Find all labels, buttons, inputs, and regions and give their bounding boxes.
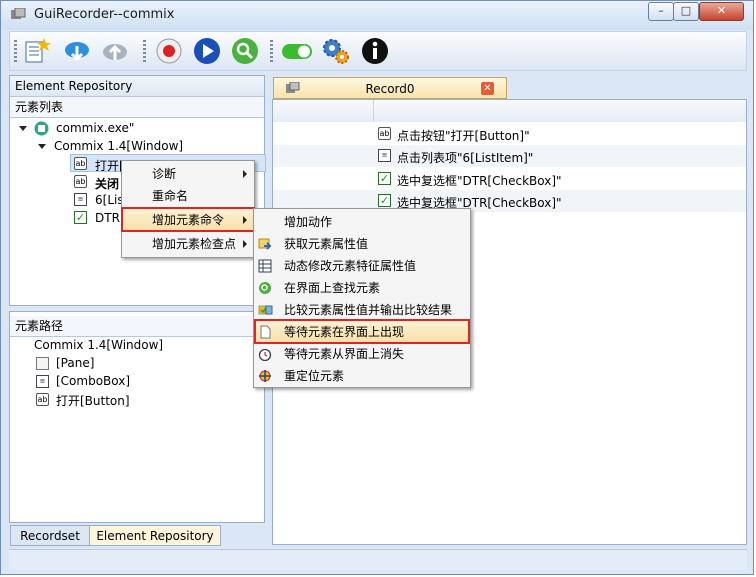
submenu-item-relocate[interactable]: 重定位元素: [254, 365, 470, 387]
play-icon[interactable]: [192, 36, 222, 66]
record-row-text: 选中复选框"DTR[CheckBox]": [397, 174, 562, 188]
toolbar: [9, 31, 747, 71]
record-icon[interactable]: [154, 36, 184, 66]
submenu-arrow-icon: [243, 170, 247, 178]
record-tab-title: Record0: [365, 82, 415, 96]
upload-icon[interactable]: [100, 36, 130, 66]
tree-item[interactable]: 6[Lis: [95, 193, 124, 207]
menu-item-rename[interactable]: 重命名: [122, 185, 254, 207]
button-icon: ab: [74, 157, 87, 170]
submenu: 增加动作 获取元素属性值 动态修改元素特征属性值 在界面上查找元素 比较元素属性…: [253, 208, 471, 388]
record-row[interactable]: ✓ 选中复选框"DTR[CheckBox]": [273, 167, 746, 190]
search-icon[interactable]: [230, 36, 260, 66]
path-item[interactable]: [Pane]: [56, 356, 94, 370]
menu-item-diagnose[interactable]: 诊断: [122, 163, 254, 185]
submenu-item-wait-disappear[interactable]: 等待元素从界面上消失: [254, 343, 470, 365]
menu-item-label: 动态修改元素特征属性值: [284, 259, 417, 273]
settings-icon[interactable]: [320, 36, 350, 66]
menu-item-label: 获取元素属性值: [284, 237, 369, 251]
tree-item[interactable]: 关闭: [95, 175, 119, 192]
menu-item-label: 诊断: [152, 167, 177, 181]
element-path-label: 元素路径: [10, 316, 264, 337]
record-row[interactable]: ≡ 点击列表项"6[ListItem]": [273, 145, 746, 167]
menu-item-label: 等待元素从界面上消失: [284, 347, 405, 361]
submenu-item-add-action[interactable]: 增加动作: [254, 211, 470, 233]
record-tab-icon: [286, 82, 300, 93]
relocate-icon: [259, 370, 271, 382]
menu-item-label: 比较元素属性值并输出比较结果: [284, 303, 453, 317]
menu-item-label: 重定位元素: [284, 369, 345, 383]
submenu-arrow-icon: [243, 240, 247, 248]
checkbox-icon: ✓: [378, 172, 391, 185]
record-row[interactable]: ab 点击按钮"打开[Button]": [273, 122, 746, 146]
menu-item-label: 重命名: [152, 189, 189, 203]
path-item[interactable]: [ComboBox]: [56, 374, 130, 388]
tree-window-node[interactable]: Commix 1.4[Window]: [54, 139, 183, 153]
submenu-item-modify-property[interactable]: 动态修改元素特征属性值: [254, 255, 470, 277]
expand-icon[interactable]: [38, 144, 46, 149]
element-list-label: 元素列表: [10, 97, 264, 118]
toolbar-separator: [143, 40, 146, 64]
submenu-item-compare-property[interactable]: 比较元素属性值并输出比较结果: [254, 299, 470, 321]
combobox-icon: ≡: [36, 375, 49, 388]
record-header-row: [273, 100, 746, 123]
timer-icon: [258, 348, 272, 361]
path-item[interactable]: Commix 1.4[Window]: [34, 338, 163, 352]
app-icon: [11, 8, 26, 19]
new-record-icon[interactable]: [22, 36, 52, 66]
app-node-icon: [34, 121, 49, 136]
menu-item-label: 增加动作: [284, 215, 333, 229]
title-bar[interactable]: GuiRecorder--commix – □ ✕: [1, 1, 753, 30]
record-row-text: 点击按钮"打开[Button]": [397, 129, 530, 143]
list-item-icon: ≡: [378, 149, 391, 162]
toolbar-separator: [270, 40, 273, 64]
status-bar: [9, 549, 747, 570]
compare-icon: [258, 305, 273, 315]
toolbar-grip[interactable]: [14, 40, 17, 64]
download-icon[interactable]: [62, 36, 92, 66]
app-window: GuiRecorder--commix – □ ✕ Element Reposi…: [0, 0, 754, 575]
path-item[interactable]: 打开[Button]: [56, 392, 130, 409]
checkbox-icon: ✓: [378, 194, 391, 207]
submenu-item-get-property[interactable]: 获取元素属性值: [254, 233, 470, 255]
expand-icon[interactable]: [19, 126, 27, 131]
menu-item-add-checkpoint[interactable]: 增加元素检查点: [122, 233, 254, 255]
panel-header: Element Repository: [10, 76, 264, 97]
minimize-button[interactable]: –: [648, 2, 674, 21]
tree-root[interactable]: commix.exe": [56, 121, 134, 135]
button-icon: ab: [36, 393, 49, 406]
maximize-button[interactable]: □: [673, 2, 699, 21]
info-icon[interactable]: [360, 36, 390, 66]
list-item-icon: ≡: [74, 193, 87, 206]
submenu-item-find-element[interactable]: 在界面上查找元素: [254, 277, 470, 299]
button-icon: ab: [378, 127, 391, 140]
highlight-box: [254, 319, 470, 344]
tree-item[interactable]: DTR: [95, 211, 120, 225]
tab-element-repository[interactable]: Element Repository: [89, 525, 221, 546]
get-property-icon: [258, 238, 272, 250]
tab-recordset[interactable]: Recordset: [10, 525, 90, 546]
pane-icon: [36, 357, 49, 370]
close-button[interactable]: ✕: [699, 2, 744, 21]
button-icon: ab: [74, 175, 87, 188]
tab-record0[interactable]: Record0 ✕: [273, 77, 507, 99]
table-icon: [258, 259, 272, 273]
highlight-box: [121, 207, 255, 232]
element-path-panel: 元素路径 Commix 1.4[Window] [Pane] ≡ [ComboB…: [9, 311, 265, 523]
find-icon: [259, 282, 271, 294]
window-title: GuiRecorder--commix: [34, 7, 175, 22]
record-row-text: 点击列表项"6[ListItem]": [397, 151, 534, 165]
close-tab-icon[interactable]: ✕: [481, 82, 494, 95]
menu-item-label: 增加元素检查点: [152, 237, 237, 251]
menu-item-label: 在界面上查找元素: [284, 281, 381, 295]
checkbox-icon: ✓: [74, 211, 87, 224]
toggle-icon[interactable]: [280, 36, 314, 66]
